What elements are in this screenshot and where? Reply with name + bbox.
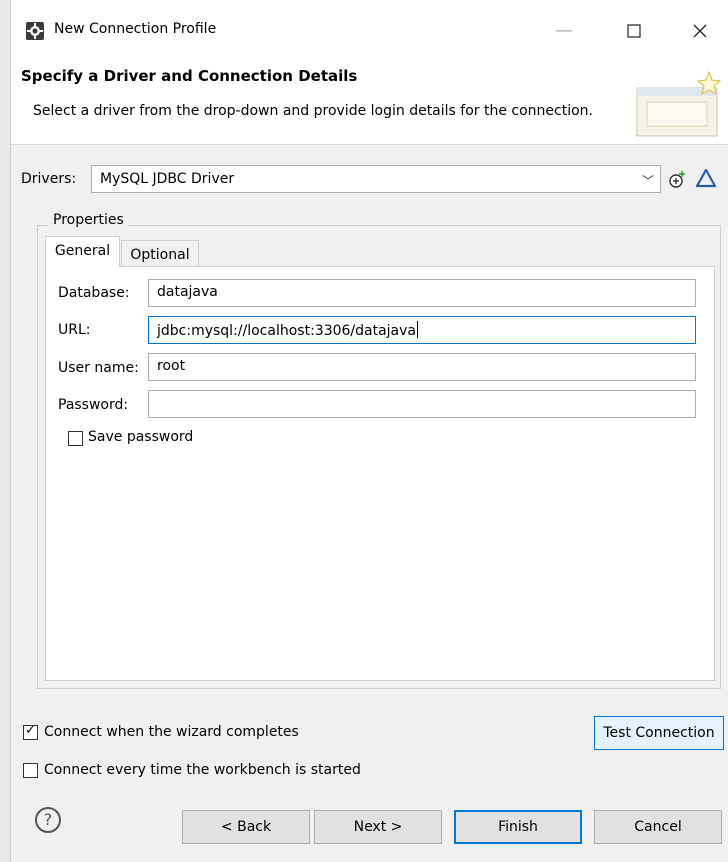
help-icon: ?: [43, 810, 53, 829]
save-password-option[interactable]: Save password: [58, 429, 238, 447]
connect-when-completes-option[interactable]: Connect when the wizard completes: [23, 723, 353, 742]
user-name-input[interactable]: root: [148, 353, 696, 381]
save-password-label: Save password: [88, 429, 194, 445]
new-driver-definition-icon[interactable]: [667, 170, 687, 190]
edit-driver-definition-icon[interactable]: [695, 167, 717, 189]
database-connection-icon: [26, 22, 44, 40]
test-connection-button[interactable]: Test Connection: [594, 716, 724, 750]
cancel-button[interactable]: Cancel: [594, 810, 722, 844]
tab-optional-label: Optional: [130, 247, 190, 263]
url-input-value: jdbc:mysql://localhost:3306/datajava: [157, 323, 416, 339]
general-tab-panel: Database: datajava URL: jdbc:mysql://loc…: [45, 266, 715, 681]
title-bar: New Connection Profile —: [11, 0, 728, 62]
window-title: New Connection Profile: [54, 21, 217, 37]
drivers-dropdown[interactable]: MySQL JDBC Driver ﹀: [91, 165, 661, 193]
drivers-label: Drivers:: [21, 171, 77, 187]
finish-button[interactable]: Finish: [454, 810, 582, 844]
database-label: Database:: [58, 285, 130, 301]
page-title: Specify a Driver and Connection Details: [21, 67, 358, 85]
password-label: Password:: [58, 397, 129, 413]
wizard-banner-icon: [636, 70, 722, 137]
connect-when-completes-label: Connect when the wizard completes: [44, 724, 299, 740]
tab-general[interactable]: General: [45, 236, 120, 267]
properties-legend: Properties: [49, 212, 128, 228]
help-button[interactable]: ?: [35, 807, 61, 833]
user-name-label: User name:: [58, 360, 139, 376]
url-label: URL:: [58, 322, 91, 338]
close-button[interactable]: [677, 14, 723, 48]
connect-every-time-checkbox[interactable]: [23, 763, 38, 778]
tab-optional[interactable]: Optional: [121, 240, 199, 267]
back-button[interactable]: < Back: [182, 810, 310, 844]
page-description: Select a driver from the drop-down and p…: [33, 103, 593, 119]
wizard-header: Specify a Driver and Connection Details …: [11, 62, 728, 145]
connect-when-completes-checkbox[interactable]: [23, 723, 38, 740]
password-input[interactable]: [148, 390, 696, 418]
minimize-icon: —: [555, 20, 573, 41]
maximize-button[interactable]: [611, 14, 657, 48]
close-icon: [693, 24, 707, 38]
tab-general-label: General: [54, 243, 111, 259]
text-caret: [417, 321, 418, 338]
chevron-down-icon: ﹀: [641, 174, 654, 188]
new-connection-profile-dialog: New Connection Profile — Specify a Drive…: [10, 0, 728, 862]
drivers-selected-value: MySQL JDBC Driver: [100, 171, 235, 187]
connect-every-time-option[interactable]: Connect every time the workbench is star…: [23, 762, 403, 780]
url-input[interactable]: jdbc:mysql://localhost:3306/datajava: [148, 316, 696, 344]
connect-every-time-label: Connect every time the workbench is star…: [44, 762, 361, 778]
save-password-checkbox[interactable]: [68, 431, 83, 446]
maximize-icon: [627, 24, 641, 38]
background-window-edge: [0, 0, 10, 862]
minimize-button[interactable]: —: [541, 14, 587, 48]
database-input[interactable]: datajava: [148, 279, 696, 307]
next-button[interactable]: Next >: [314, 810, 442, 844]
